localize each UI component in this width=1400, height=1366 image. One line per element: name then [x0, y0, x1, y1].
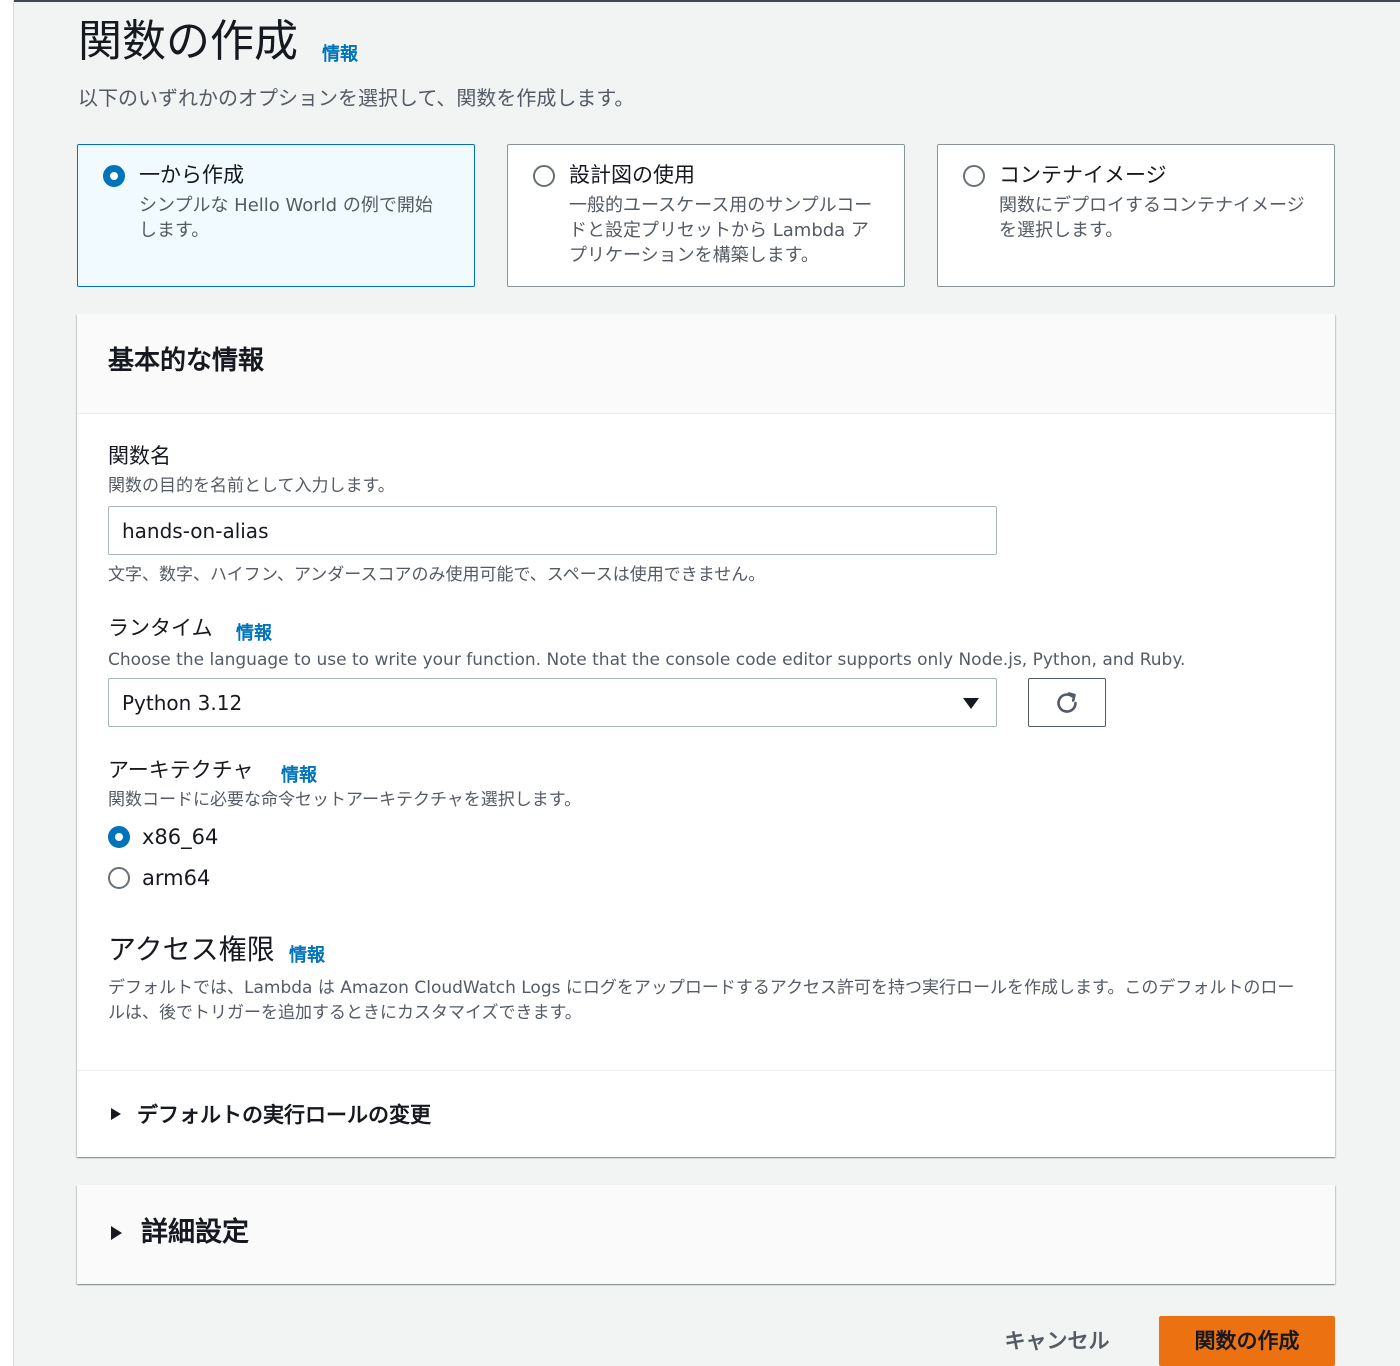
option-title: コンテナイメージ [999, 163, 1167, 187]
runtime-selected-value: Python 3.12 [122, 691, 243, 715]
architecture-info-link[interactable]: 情報 [281, 761, 317, 787]
change-default-execution-role-expander[interactable]: デフォルトの実行ロールの変更 [108, 1098, 528, 1132]
permissions-description: デフォルトでは、Lambda は Amazon CloudWatch Logs … [108, 978, 1295, 1023]
divider [77, 1070, 1335, 1071]
top-border [0, 0, 1400, 2]
radio-x86-64[interactable] [108, 826, 130, 848]
advanced-settings-panel: 詳細設定 [77, 1185, 1335, 1284]
page-title: 関数の作成 [78, 16, 298, 67]
cancel-button[interactable]: キャンセル [982, 1318, 1132, 1364]
function-name-description: 関数の目的を名前として入力します。 [108, 476, 395, 496]
radio-use-blueprint[interactable] [533, 165, 555, 187]
option-card-use-blueprint[interactable]: 設計図の使用 一般的ユースケース用のサンプルコードと設定プリセットから Lamb… [507, 144, 905, 287]
runtime-info-link[interactable]: 情報 [236, 619, 272, 645]
permissions-info-link[interactable]: 情報 [289, 941, 325, 967]
option-card-container-image[interactable]: コンテナイメージ 関数にデプロイするコンテナイメージを選択します。 [937, 144, 1335, 287]
function-name-label: 関数名 [108, 444, 171, 468]
runtime-refresh-button[interactable] [1028, 678, 1106, 727]
function-name-hint: 文字、数字、ハイフン、アンダースコアのみ使用可能で、スペースは使用できません。 [108, 565, 766, 585]
option-title: 設計図の使用 [569, 163, 695, 187]
runtime-description: Choose the language to use to write your… [108, 650, 1186, 670]
caret-down-icon [963, 698, 979, 709]
refresh-icon [1057, 692, 1077, 713]
basic-information-panel: 基本的な情報 関数名 関数の目的を名前として入力します。 文字、数字、ハイフン、… [77, 314, 1335, 1157]
caret-right-icon [111, 1226, 122, 1240]
architecture-label: アーキテクチャ [108, 758, 254, 782]
architecture-description: 関数コードに必要な命令セットアーキテクチャを選択します。 [108, 790, 582, 810]
option-title: 一から作成 [139, 163, 244, 187]
runtime-select[interactable]: Python 3.12 [108, 678, 997, 727]
function-name-input[interactable] [108, 506, 997, 555]
panel-header: 基本的な情報 [77, 314, 1335, 414]
left-navigation-rail [0, 0, 14, 1366]
permissions-title: アクセス権限 [108, 933, 275, 966]
caret-right-icon [111, 1108, 121, 1120]
create-function-button[interactable]: 関数の作成 [1159, 1316, 1335, 1366]
radio-arm64[interactable] [108, 867, 130, 889]
option-card-author-from-scratch[interactable]: 一から作成 シンプルな Hello World の例で開始します。 [77, 144, 475, 287]
radio-arm64-label[interactable]: arm64 [142, 864, 210, 892]
expander-label: 詳細設定 [141, 1217, 249, 1248]
expander-label: デフォルトの実行ロールの変更 [137, 1103, 431, 1127]
page-description: 以下のいずれかのオプションを選択して、関数を作成します。 [78, 86, 635, 110]
radio-container-image[interactable] [963, 165, 985, 187]
radio-x86-64-label[interactable]: x86_64 [142, 823, 218, 851]
option-description: 一般的ユースケース用のサンプルコードと設定プリセットから Lambda アプリケ… [569, 195, 873, 266]
radio-author-from-scratch[interactable] [103, 165, 125, 187]
runtime-label: ランタイム [108, 616, 213, 640]
page-title-info-link[interactable]: 情報 [322, 40, 358, 66]
option-description: シンプルな Hello World の例で開始します。 [139, 195, 433, 241]
advanced-settings-expander[interactable]: 詳細設定 [108, 1215, 368, 1255]
panel-title: 基本的な情報 [108, 346, 265, 376]
option-description: 関数にデプロイするコンテナイメージを選択します。 [999, 195, 1305, 241]
